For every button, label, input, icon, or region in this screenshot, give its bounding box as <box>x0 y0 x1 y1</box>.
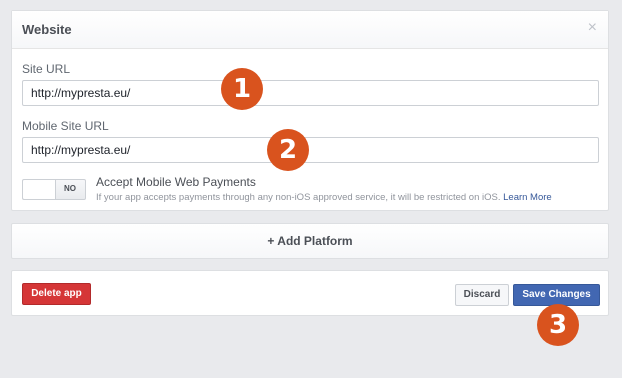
annotation-marker-2: 2 <box>267 129 309 171</box>
save-changes-button[interactable]: Save Changes <box>513 284 600 306</box>
site-url-label: Site URL <box>22 62 71 76</box>
add-platform-button[interactable]: + Add Platform <box>11 223 609 259</box>
site-url-input[interactable] <box>22 80 599 106</box>
accept-payments-toggle[interactable]: NO <box>22 179 86 200</box>
discard-button[interactable]: Discard <box>455 284 509 306</box>
annotation-marker-1: 1 <box>221 68 263 110</box>
learn-more-link[interactable]: Learn More <box>503 192 552 203</box>
payments-title: Accept Mobile Web Payments <box>96 175 256 189</box>
website-panel: Website × Site URL Mobile Site URL NO Ac… <box>11 10 609 211</box>
panel-header: Website × <box>12 11 608 49</box>
toggle-state: NO <box>64 184 76 193</box>
delete-app-button[interactable]: Delete app <box>22 283 91 305</box>
payments-desc-text: If your app accepts payments through any… <box>96 192 501 203</box>
close-icon[interactable]: × <box>588 20 597 36</box>
footer-bar: Delete app Discard Save Changes <box>11 270 609 316</box>
payments-description: If your app accepts payments through any… <box>96 192 552 203</box>
panel-title: Website <box>22 22 72 37</box>
mobile-site-url-input[interactable] <box>22 137 599 163</box>
annotation-marker-3: 3 <box>537 304 579 346</box>
toggle-knob <box>23 180 56 199</box>
mobile-site-url-label: Mobile Site URL <box>22 119 109 133</box>
